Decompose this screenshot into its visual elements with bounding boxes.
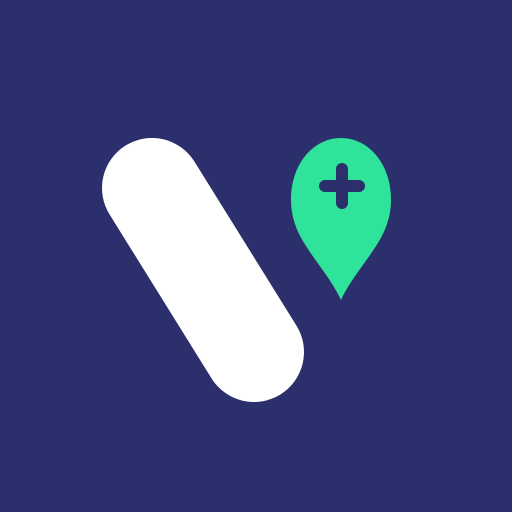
logo-graphic	[0, 0, 512, 512]
background-square	[0, 0, 512, 512]
app-icon	[0, 0, 512, 512]
plus-vertical-bar	[336, 163, 348, 209]
